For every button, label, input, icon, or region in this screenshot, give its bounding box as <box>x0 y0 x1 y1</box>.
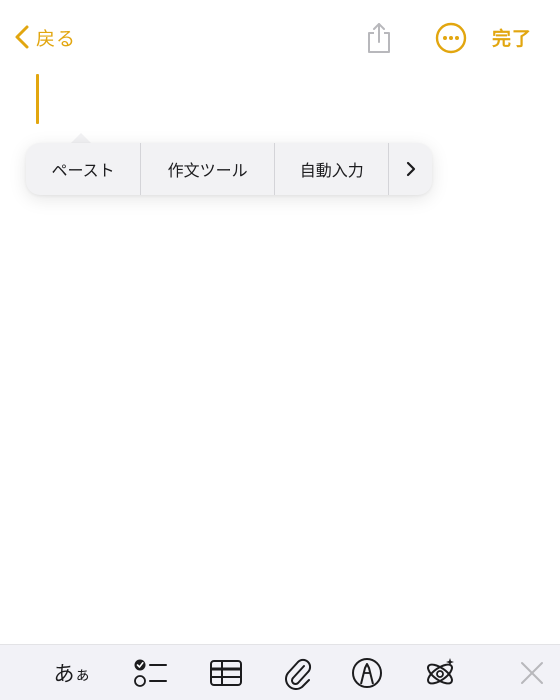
share-button[interactable] <box>364 21 394 55</box>
bottom-toolbar: あぁ <box>0 644 560 700</box>
share-icon <box>368 23 390 53</box>
close-icon <box>521 662 543 684</box>
edit-context-menu: ペースト 作文ツール 自動入力 <box>26 133 432 195</box>
close-toolbar-button[interactable] <box>516 655 548 691</box>
table-button[interactable] <box>208 655 244 691</box>
checklist-icon <box>134 659 167 687</box>
apple-intelligence-button[interactable] <box>422 655 458 691</box>
top-navigation-bar: 戻る 完了 <box>0 0 560 74</box>
back-label: 戻る <box>36 27 77 50</box>
markup-pen-icon <box>352 658 382 688</box>
notes-editor-page: 戻る 完了 ペースト 作文ツール 自動入力 あ ぁ <box>0 0 560 700</box>
writing-tools-menu-item[interactable]: 作文ツール <box>141 143 274 195</box>
markup-button[interactable] <box>350 655 384 691</box>
text-format-label-large: あ <box>53 662 75 686</box>
text-cursor <box>36 74 39 124</box>
more-options-button[interactable] <box>435 22 467 54</box>
attachment-button[interactable] <box>282 655 314 691</box>
chevron-right-icon <box>406 161 415 177</box>
ellipsis-circle-icon <box>435 22 467 54</box>
paste-menu-item[interactable]: ペースト <box>26 143 140 195</box>
text-format-button[interactable]: あぁ <box>48 655 96 691</box>
text-format-label-small: ぁ <box>74 665 91 684</box>
paperclip-icon <box>285 658 312 690</box>
apple-intelligence-icon <box>427 658 454 685</box>
autofill-menu-item[interactable]: 自動入力 <box>275 143 388 195</box>
done-button[interactable]: 完了 <box>492 24 532 50</box>
chevron-left-icon <box>15 25 29 49</box>
more-menu-item[interactable] <box>389 143 432 195</box>
table-icon <box>210 660 242 686</box>
context-menu-bar: ペースト 作文ツール 自動入力 <box>26 143 432 195</box>
back-button[interactable]: 戻る <box>14 22 76 52</box>
checklist-button[interactable] <box>133 655 169 691</box>
